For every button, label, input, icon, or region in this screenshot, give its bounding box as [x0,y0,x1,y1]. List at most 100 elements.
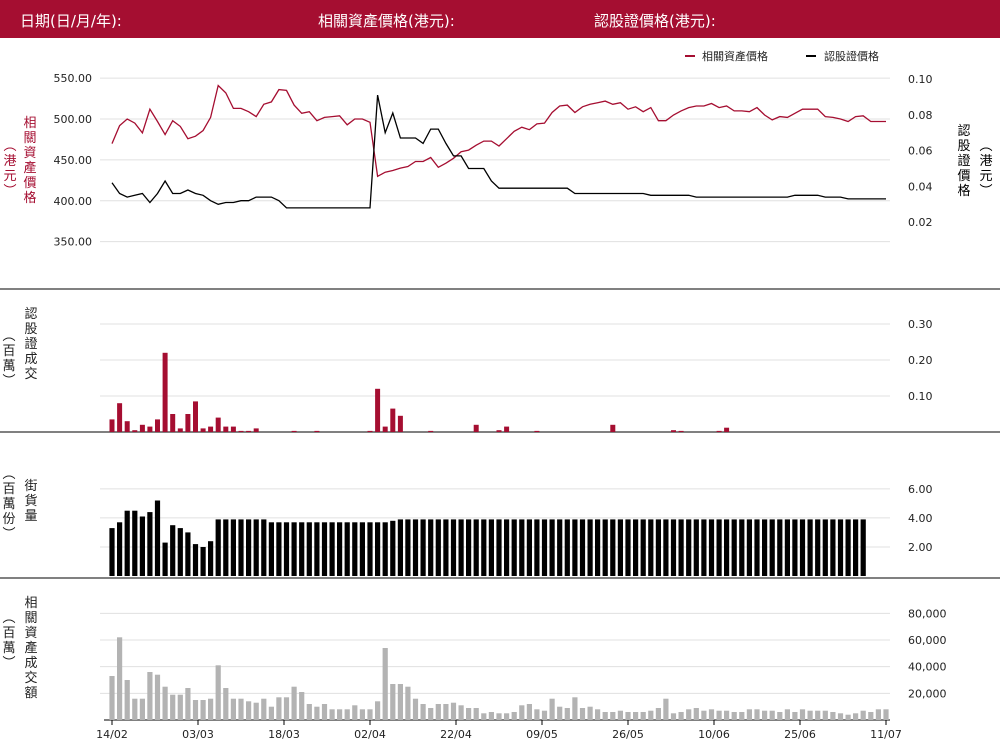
bar [223,519,229,576]
bar [329,522,335,576]
bar [397,519,403,576]
bar [192,544,199,576]
bar [708,519,715,576]
bar [147,512,153,576]
bar [208,541,214,576]
bar [534,709,540,720]
x-tick-label: 26/05 [612,728,644,741]
bar [397,415,403,432]
x-tick-label: 03/03 [182,728,214,741]
bar [792,712,798,720]
bar [534,430,540,432]
bar [405,519,411,576]
bar [701,519,707,576]
y-axis-unit-char: 萬 [2,359,15,374]
bar [291,686,297,720]
bar [830,519,836,576]
bar [162,352,168,432]
bar [435,519,441,576]
bar [390,408,396,432]
bar [564,519,570,576]
bar [481,713,487,720]
bar [109,419,115,432]
bar [291,430,297,432]
y-axis-label-char: 街 [24,479,37,494]
bar [170,414,176,432]
bar [155,419,160,432]
bar [686,519,692,576]
bar [549,519,555,576]
bar [670,519,677,576]
bar [762,710,768,720]
x-tick-label: 14/02 [96,728,128,741]
bar [170,525,176,576]
bar [450,519,457,576]
bar [541,710,548,720]
bar [860,710,866,720]
bar [375,388,381,432]
bar [777,712,783,720]
bar [193,401,198,432]
y-axis-unit-char: 萬 [2,497,15,512]
y-axis-label-char: 成 [24,352,37,367]
bar [283,522,290,576]
y-axis-label-char: 股 [24,322,37,337]
bar [117,637,123,720]
bar [185,532,191,576]
y-left-axis-label-char: 關 [23,131,36,146]
x-tick-label: 02/04 [354,728,386,741]
bar [595,519,601,576]
bar [663,519,669,576]
bar [701,710,707,720]
bar [375,522,381,576]
bar [678,712,684,720]
y-axis-label-char: 證 [24,336,37,352]
y-right-axis-label-char: 認 [957,123,970,139]
bar [162,542,168,576]
y-right-tick-label: 0.02 [908,216,933,229]
bar [784,709,790,720]
bar [154,500,161,576]
y-axis-label-char: 量 [24,509,37,524]
bar [359,522,365,576]
bar [671,430,676,432]
y-right-tick-label: 0.04 [908,180,933,193]
bar [283,697,290,720]
bar [223,426,229,432]
asset-price-label: 相關資產價格(港元): [318,12,455,30]
bar [557,519,563,576]
bar [769,519,775,576]
bar [443,704,449,720]
bar [405,686,411,720]
y-axis-unit-char: ︶ [2,656,15,671]
bar [511,519,517,576]
y-axis-unit-char: 萬 [2,641,15,656]
bar [390,684,396,720]
bar [230,698,236,720]
bar [648,710,654,720]
bar [329,709,335,720]
y-tick-label: 0.10 [908,390,933,403]
bar [139,698,145,720]
bar [473,708,479,720]
y-right-axis-unit-char: ︵ [979,139,992,154]
bar [208,698,214,720]
bar [807,710,813,720]
bar [428,519,434,576]
bar [291,522,297,576]
bar [109,528,115,576]
y-axis-label-char: 額 [24,686,37,701]
bar [314,522,320,576]
bar [208,426,214,432]
y-left-axis-unit-char: ︶ [3,184,16,199]
y-axis-label-char: 關 [24,611,37,626]
bar [716,430,722,432]
bar [534,519,540,576]
y-axis-unit: ︵百萬份︶ [2,467,15,542]
y-left-axis-label-char: 相 [23,116,36,131]
bar [200,547,206,576]
y-axis-label-char: 相 [24,596,37,611]
y-left-axis-unit-char: 元 [3,169,16,184]
y-axis-unit: ︵百萬︶ [2,329,15,389]
bar [724,710,730,720]
